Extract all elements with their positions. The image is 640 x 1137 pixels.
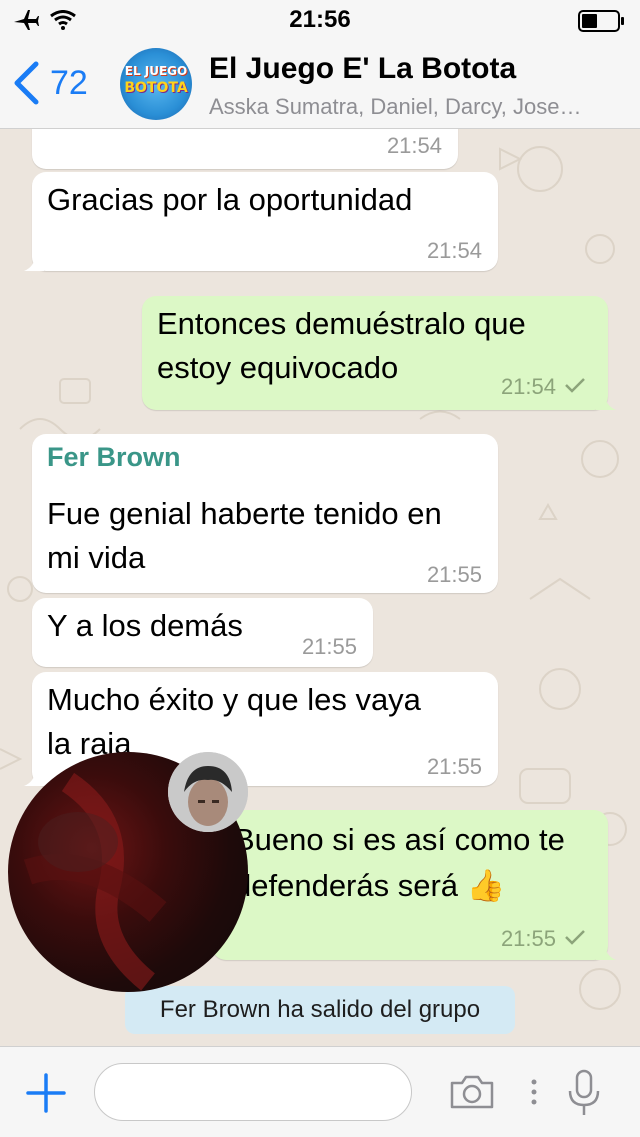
bubble-tail [596, 940, 616, 960]
message-time: 21:54 [426, 238, 482, 263]
message-text-line: Fue genial haberte tenido en [47, 496, 442, 531]
avatar-logo-line1: EL JUEGO [124, 64, 188, 78]
message-text-line: Mucho éxito y que les vaya [47, 682, 421, 717]
bubble-tail [24, 766, 44, 786]
battery-icon [578, 10, 624, 32]
system-notice: Fer Brown ha salido del grupo [125, 986, 515, 1034]
message-time: 21:55 [426, 754, 482, 779]
message-text-line: mi vida [47, 540, 146, 575]
avatar [168, 752, 248, 832]
microphone-icon[interactable] [566, 1069, 602, 1117]
selfie-camera-bubble[interactable] [168, 752, 248, 832]
message-text: Gracias por la oportunidad [47, 182, 413, 217]
message-time: 21:55 [500, 926, 556, 951]
group-title[interactable]: El Juego E' La Botota [209, 52, 516, 86]
message-input[interactable] [94, 1063, 412, 1121]
sender-name[interactable]: Fer Brown [47, 442, 181, 473]
double-check-icon [565, 930, 585, 945]
unread-count: 72 [50, 63, 88, 102]
avatar-logo-line2: BOTOTA [124, 80, 188, 96]
bubble-tail [24, 251, 44, 271]
status-time: 21:56 [289, 6, 351, 33]
message-time: 21:54 [386, 133, 442, 158]
camera-icon[interactable] [448, 1073, 496, 1111]
message-bubble-incoming[interactable]: Gracias por la oportunidad 21:54 [24, 172, 498, 271]
message-bubble-incoming[interactable]: 21:54 [32, 129, 458, 169]
group-avatar[interactable]: EL JUEGO BOTOTA [120, 48, 192, 120]
message-time: 21:55 [426, 562, 482, 587]
message-text: Y a los demás [47, 608, 243, 643]
message-bubble-outgoing[interactable]: Bueno si es así como te defenderás será … [212, 810, 616, 960]
message-bubble-incoming[interactable]: Y a los demás 21:55 [32, 598, 373, 667]
more-vertical-icon[interactable] [530, 1077, 538, 1107]
message-input-bar [0, 1046, 640, 1137]
message-text-line: Bueno si es así como te [234, 822, 565, 857]
back-button[interactable]: 72 [12, 58, 88, 108]
message-text-line: estoy equivocado [157, 350, 399, 385]
chevron-left-icon [14, 61, 39, 105]
status-bar: 21:56 [0, 0, 640, 40]
double-check-icon [565, 378, 585, 393]
message-bubble-outgoing[interactable]: Entonces demuéstralo que estoy equivocad… [142, 296, 616, 410]
message-time: 21:55 [301, 634, 357, 659]
message-text-line: Entonces demuéstralo que [157, 306, 526, 341]
bubble-tail [596, 390, 616, 410]
message-bubble-incoming[interactable]: Fer Brown Fue genial haberte tenido en m… [32, 434, 498, 593]
plus-icon[interactable] [26, 1073, 66, 1113]
message-time: 21:54 [500, 374, 556, 399]
chat-header: 72 EL JUEGO BOTOTA El Juego E' La Botota… [0, 40, 640, 129]
message-text-line: defenderás será 👍 [234, 868, 506, 903]
group-participants[interactable]: Asska Sumatra, Daniel, Darcy, Jose… [209, 94, 629, 120]
